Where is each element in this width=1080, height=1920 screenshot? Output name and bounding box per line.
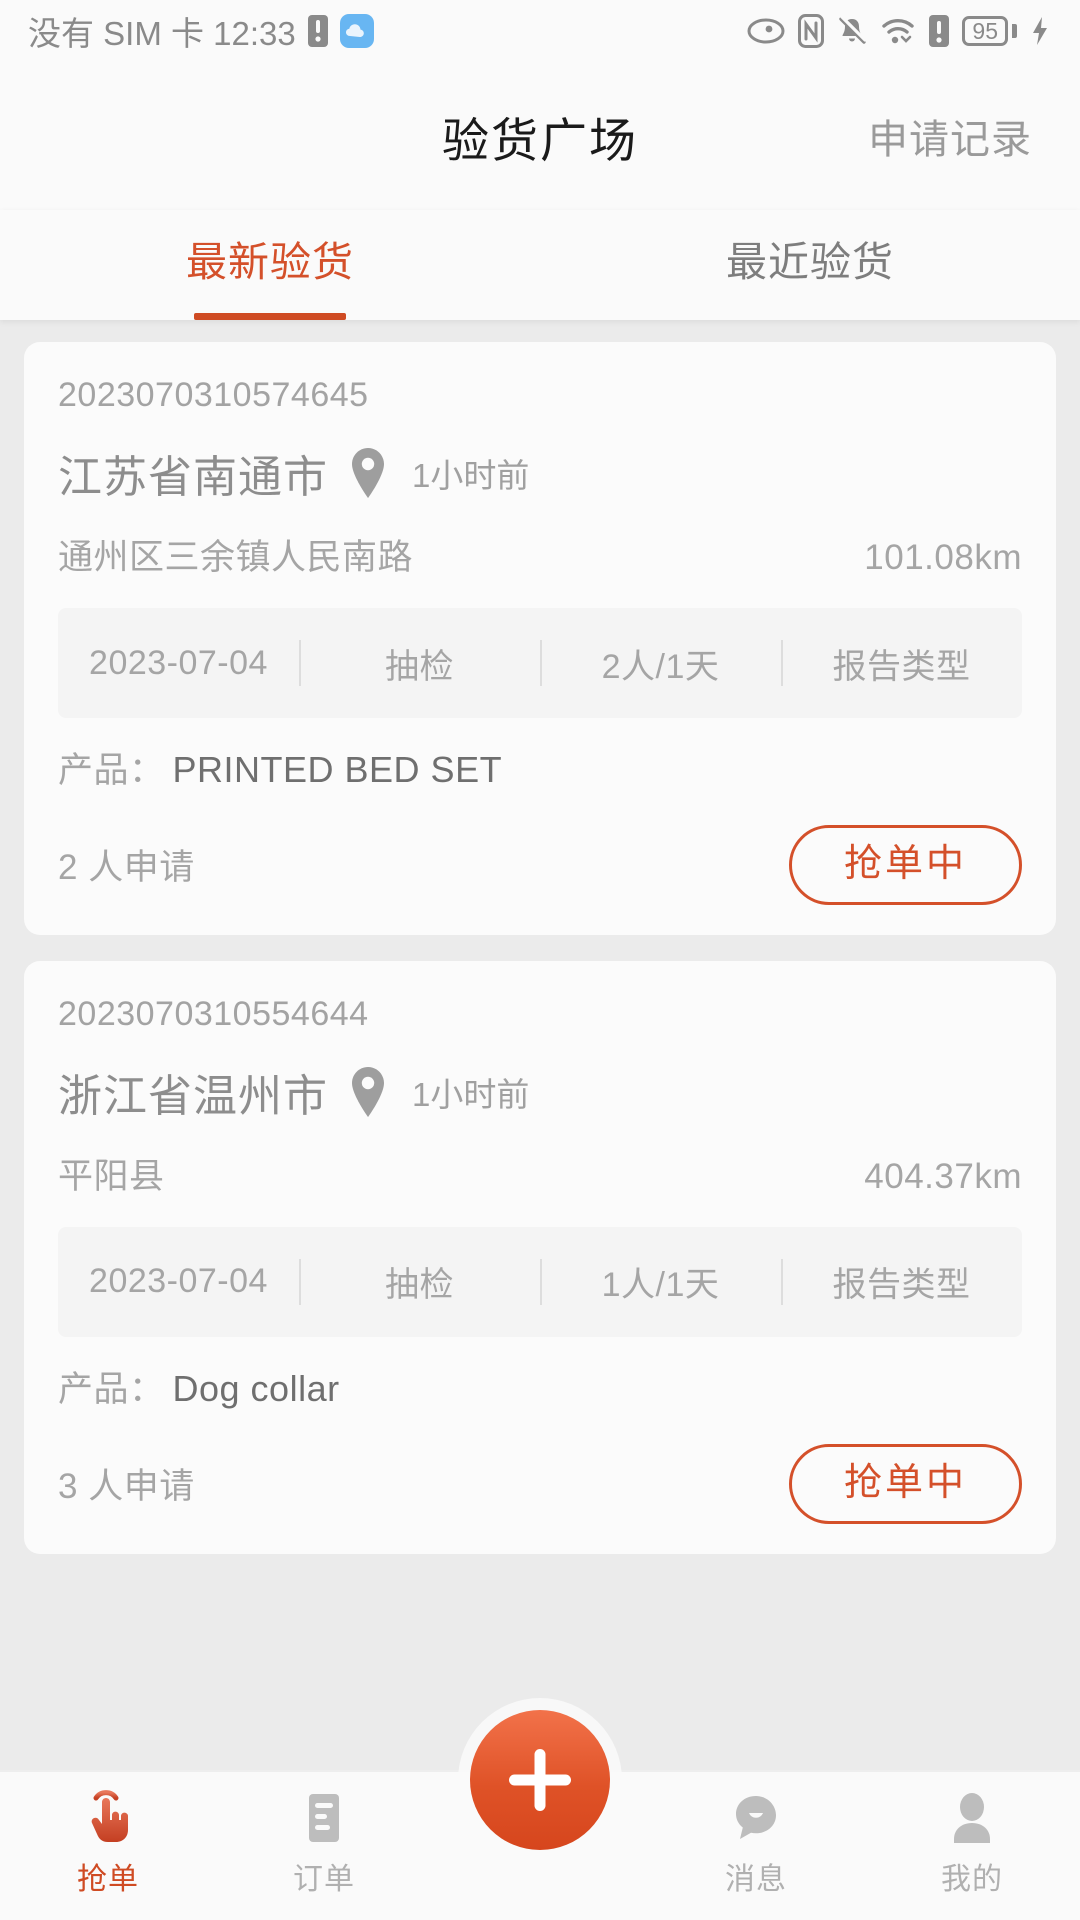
bottom-navigation: 抢单 订单 消息 我的: [0, 1710, 1080, 1920]
product-value: PRINTED BED SET: [172, 749, 503, 790]
page-title: 验货广场: [442, 113, 638, 167]
product-row: 产品： Dog collar: [58, 1361, 1022, 1412]
info-type: 抽检: [299, 639, 540, 688]
person-icon: [948, 1790, 996, 1846]
tab-label: 最近验货: [726, 239, 894, 285]
city-row: 江苏省南通市 1小时前: [58, 441, 1022, 505]
status-bar-left: 没有 SIM 卡 12:33: [28, 7, 374, 55]
info-report-type: 报告类型: [781, 1257, 1022, 1306]
time-ago: 1小时前: [412, 457, 530, 494]
order-list-icon: [301, 1790, 347, 1846]
city-row: 浙江省温州市 1小时前: [58, 1060, 1022, 1124]
status-bar-right: 95: [747, 14, 1050, 48]
product-label: 产品：: [58, 751, 165, 790]
plus-icon: [509, 1749, 571, 1811]
product-label: 产品：: [58, 1369, 165, 1409]
battery-pill: 95: [962, 16, 1008, 46]
nav-item-messages[interactable]: 消息: [648, 1772, 864, 1898]
tab-label: 最新验货: [186, 239, 354, 285]
info-date: 2023-07-04: [89, 643, 268, 682]
battery-icon: 95: [962, 16, 1017, 46]
city-name: 浙江省温州市: [58, 1071, 328, 1121]
inspection-info-bar: 2023-07-04 抽检 2人/1天 报告类型: [58, 608, 1022, 718]
nav-label: 订单: [293, 1863, 355, 1896]
info-people-days: 2人/1天: [540, 639, 781, 688]
nav-item-orders[interactable]: 订单: [216, 1772, 432, 1898]
message-smiley-icon: [730, 1790, 782, 1846]
info-people-days: 1人/1天: [540, 1257, 781, 1306]
nav-label: 我的: [941, 1863, 1003, 1896]
tab-recent-inspection[interactable]: 最近验货: [540, 210, 1080, 320]
nfc-icon: [798, 14, 825, 48]
battery-nub: [1012, 24, 1017, 38]
address: 平阳县: [58, 1156, 165, 1196]
sim-card-icon: [307, 15, 328, 47]
order-number: 2023070310554644: [58, 994, 369, 1033]
applicant-count: 3 人申请: [58, 1467, 195, 1507]
carrier-and-clock: 没有 SIM 卡 12:33: [28, 15, 296, 52]
inspection-info-bar: 2023-07-04 抽检 1人/1天 报告类型: [58, 1226, 1022, 1337]
city-name: 江苏省南通市: [58, 453, 328, 502]
app-screen: 没有 SIM 卡 12:33 95 验货广场 申请记录 最新验货 最近验货 20…: [0, 0, 1080, 1920]
nav-item-grab-order[interactable]: 抢单: [0, 1772, 216, 1898]
product-value: Dog collar: [172, 1367, 340, 1409]
cloud-icon: [339, 14, 374, 48]
info-date: 2023-07-04: [89, 1262, 268, 1301]
battery-level: 95: [972, 17, 998, 44]
inspection-list[interactable]: 2023070310574645 江苏省南通市 1小时前 通州区三余镇人民南路 …: [0, 320, 1080, 1770]
card-footer: 2 人申请 抢单中: [58, 825, 1022, 905]
sim-alert-icon: [929, 15, 950, 47]
add-button-fab[interactable]: [470, 1710, 610, 1850]
address-row: 平阳县 404.37km: [58, 1148, 1022, 1199]
applicant-count: 2 人申请: [58, 848, 195, 888]
order-number: 2023070310574645: [58, 376, 369, 414]
info-type: 抽检: [299, 1257, 540, 1306]
inspection-card[interactable]: 2023070310554644 浙江省温州市 1小时前 平阳县 404.37k…: [24, 960, 1056, 1554]
nav-label: 抢单: [77, 1863, 139, 1896]
status-bar: 没有 SIM 卡 12:33 95: [0, 0, 1080, 62]
map-pin-icon: [352, 1066, 384, 1117]
nav-label: 消息: [725, 1863, 787, 1896]
time-ago: 1小时前: [412, 1075, 530, 1113]
product-row: 产品： PRINTED BED SET: [58, 742, 1022, 793]
nav-item-profile[interactable]: 我的: [864, 1772, 1080, 1898]
app-header: 验货广场 申请记录: [0, 62, 1080, 210]
wifi-icon: [882, 19, 915, 44]
application-records-link[interactable]: 申请记录: [868, 107, 1032, 165]
map-pin-icon: [352, 448, 384, 498]
charging-bolt-icon: [1033, 17, 1047, 45]
bell-muted-icon: [839, 15, 868, 44]
grab-order-button[interactable]: 抢单中: [788, 825, 1022, 905]
tab-latest-inspection[interactable]: 最新验货: [0, 210, 540, 320]
info-report-type: 报告类型: [781, 639, 1022, 688]
tab-bar: 最新验货 最近验货: [0, 210, 1080, 320]
tap-hand-icon: [82, 1790, 134, 1846]
address-row: 通州区三余镇人民南路 101.08km: [58, 529, 1022, 580]
grab-order-button[interactable]: 抢单中: [788, 1443, 1022, 1524]
inspection-card[interactable]: 2023070310574645 江苏省南通市 1小时前 通州区三余镇人民南路 …: [24, 342, 1056, 935]
card-footer: 3 人申请 抢单中: [58, 1443, 1022, 1524]
tab-active-underline: [194, 313, 346, 320]
address: 通州区三余镇人民南路: [58, 538, 414, 577]
eye-care-icon: [747, 18, 785, 44]
distance: 101.08km: [864, 538, 1022, 577]
distance: 404.37km: [864, 1156, 1022, 1196]
